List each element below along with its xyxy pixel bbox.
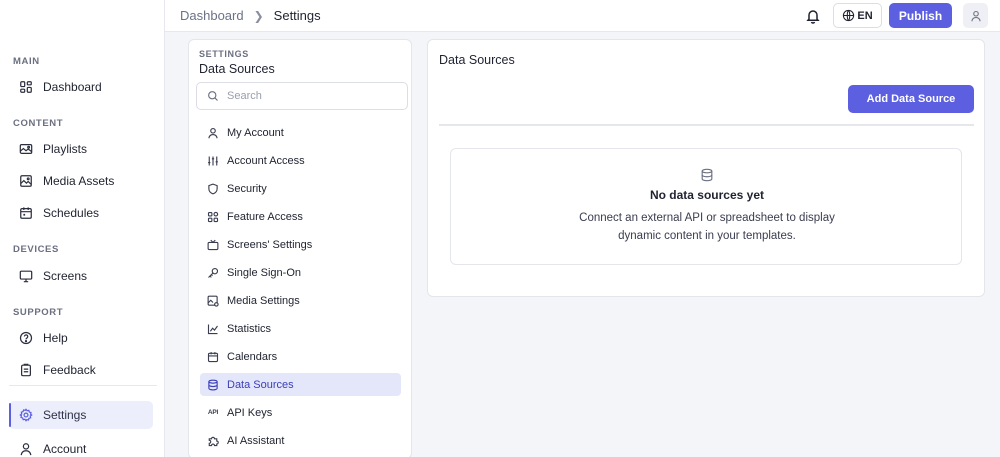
settings-item-label: Screens' Settings: [227, 238, 313, 251]
nav-divider: [9, 385, 157, 386]
nav-section-support: SUPPORT: [13, 307, 64, 318]
bell-icon[interactable]: [805, 8, 821, 24]
grid-icon: [19, 80, 33, 94]
language-button[interactable]: EN: [833, 3, 882, 28]
settings-item-label: Statistics: [227, 322, 272, 335]
media-settings-icon: [207, 295, 219, 307]
nav-item-label: Settings: [43, 408, 87, 422]
settings-item-feature-access[interactable]: Feature Access: [200, 205, 401, 228]
settings-item-statistics[interactable]: Statistics: [200, 317, 401, 340]
monitor-icon: [19, 269, 33, 283]
settings-item-ai-assistant[interactable]: AI Assistant: [200, 429, 401, 452]
chevron-right-icon: ❯: [253, 8, 264, 23]
settings-panel: SETTINGS Data Sources My Account Account…: [188, 39, 412, 457]
search-icon: [207, 90, 219, 102]
nav-item-label: Account: [43, 442, 87, 456]
settings-item-label: Account Access: [227, 154, 305, 167]
nav-item-screens[interactable]: Screens: [9, 262, 153, 290]
nav-item-account[interactable]: Account: [9, 435, 153, 457]
settings-item-label: My Account: [227, 126, 284, 139]
settings-item-label: Media Settings: [227, 294, 300, 307]
user-icon: [970, 10, 982, 22]
api-icon: API: [207, 409, 219, 416]
settings-kicker: SETTINGS: [199, 49, 249, 59]
add-data-source-button[interactable]: Add Data Source: [848, 85, 974, 113]
settings-item-account-access[interactable]: Account Access: [200, 149, 401, 172]
settings-item-data-sources[interactable]: Data Sources: [200, 373, 401, 396]
gear-icon: [19, 408, 33, 422]
language-label: EN: [857, 9, 873, 22]
settings-item-media-settings[interactable]: Media Settings: [200, 289, 401, 312]
image-icon: [19, 174, 33, 188]
nav-section-devices: DEVICES: [13, 244, 59, 255]
nav-item-label: Screens: [43, 269, 88, 283]
page-title: Data Sources: [439, 53, 515, 67]
settings-item-label: API Keys: [227, 406, 273, 419]
calendar-icon: [207, 351, 219, 363]
nav-item-label: Schedules: [43, 206, 100, 220]
nav-item-dashboard[interactable]: Dashboard: [9, 73, 153, 101]
chart-icon: [207, 323, 219, 335]
user-icon: [19, 442, 33, 456]
settings-item-calendars[interactable]: Calendars: [200, 345, 401, 368]
nav-item-help[interactable]: Help: [9, 324, 153, 352]
database-icon: [207, 379, 219, 391]
database-icon: [700, 168, 714, 182]
sliders-icon: [207, 155, 219, 167]
sidebar-nav: MAIN Dashboard CONTENT Playlists Media A…: [0, 0, 165, 457]
publish-button[interactable]: Publish: [889, 3, 952, 28]
settings-panel-title: Data Sources: [199, 62, 275, 76]
settings-search-input[interactable]: [227, 90, 397, 102]
help-icon: [19, 331, 33, 345]
playlist-icon: [19, 142, 33, 156]
settings-item-security[interactable]: Security: [200, 177, 401, 200]
breadcrumb-settings: Settings: [273, 8, 321, 23]
nav-item-playlists[interactable]: Playlists: [9, 135, 153, 163]
nav-item-feedback[interactable]: Feedback: [9, 356, 153, 384]
apps-icon: [207, 211, 219, 223]
nav-item-label: Media Assets: [43, 174, 115, 188]
nav-item-label: Playlists: [43, 142, 88, 156]
breadcrumb-dashboard[interactable]: Dashboard: [180, 8, 244, 23]
puzzle-icon: [207, 435, 219, 447]
feedback-icon: [19, 363, 33, 377]
nav-item-schedules[interactable]: Schedules: [9, 199, 153, 227]
nav-item-label: Help: [43, 331, 68, 345]
settings-item-my-account[interactable]: My Account: [200, 121, 401, 144]
settings-item-api-keys[interactable]: API API Keys: [200, 401, 401, 424]
settings-item-label: Single Sign-On: [227, 266, 301, 279]
settings-item-single-sign-on[interactable]: Single Sign-On: [200, 261, 401, 284]
breadcrumb: Dashboard ❯ Settings: [180, 8, 321, 23]
data-sources-card: Data Sources Add Data Source No data sou…: [427, 39, 985, 297]
settings-item-label: Feature Access: [227, 210, 303, 223]
settings-search-box[interactable]: [196, 82, 408, 110]
empty-state-line-2: dynamic content in your templates.: [618, 230, 796, 242]
key-icon: [207, 267, 219, 279]
tv-icon: [207, 239, 219, 251]
nav-item-label: Feedback: [43, 363, 96, 377]
empty-state-title: No data sources yet: [649, 188, 765, 202]
user-icon: [207, 127, 219, 139]
nav-section-main: MAIN: [13, 56, 40, 67]
settings-item-label: Calendars: [227, 350, 278, 363]
settings-item-label: AI Assistant: [227, 434, 285, 447]
settings-item-label: Security: [227, 182, 267, 195]
empty-state: No data sources yet Connect an external …: [450, 148, 962, 265]
settings-item-label: Data Sources: [227, 378, 294, 391]
empty-state-line-1: Connect an external API or spreadsheet t…: [579, 212, 835, 224]
user-menu-button[interactable]: [963, 3, 988, 28]
section-divider: [439, 124, 974, 126]
nav-item-media-assets[interactable]: Media Assets: [9, 167, 153, 195]
calendar-icon: [19, 206, 33, 220]
settings-item-screens-settings[interactable]: Screens' Settings: [200, 233, 401, 256]
nav-section-content: CONTENT: [13, 118, 64, 129]
empty-state-description: Connect an external API or spreadsheet t…: [451, 209, 963, 245]
nav-item-settings[interactable]: Settings: [9, 401, 153, 429]
shield-icon: [207, 183, 219, 195]
nav-item-label: Dashboard: [43, 80, 102, 94]
globe-icon: [842, 9, 855, 22]
